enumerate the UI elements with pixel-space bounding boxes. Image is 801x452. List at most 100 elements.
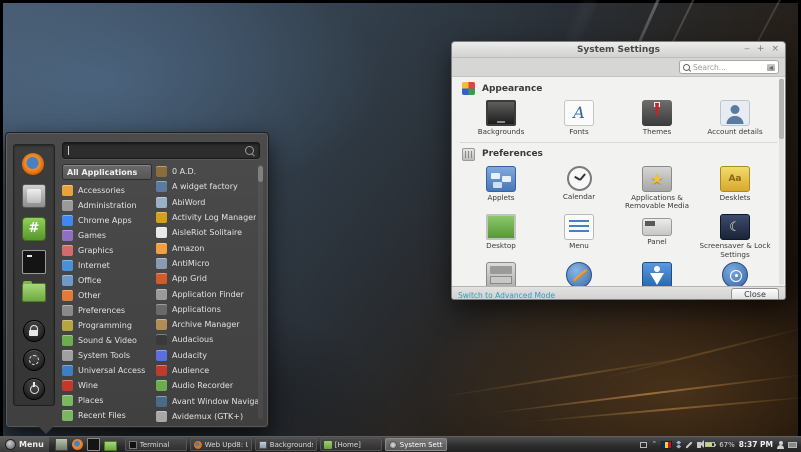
taskbar-window-button[interactable]: Backgrounds (255, 438, 317, 451)
app-icon (156, 197, 167, 208)
settings-tile-applications-removable-media[interactable]: Applications & Removable Media (618, 163, 696, 211)
app-item[interactable]: Audacity (156, 348, 258, 363)
app-item[interactable]: Applications (156, 302, 258, 317)
settings-tile-screensaver-lock-settings[interactable]: Screensaver & Lock Settings (696, 211, 774, 259)
volume-icon[interactable] (697, 442, 701, 448)
menu-category[interactable]: Places (62, 393, 152, 408)
keyboard-layout-flag-icon[interactable] (661, 441, 672, 449)
settings-tile-menu[interactable]: Menu (540, 211, 618, 259)
menu-pointer-arrow (38, 426, 54, 434)
menu-category[interactable]: Internet (62, 258, 152, 273)
clock[interactable]: 8:37 PM (739, 440, 773, 449)
close-window-button[interactable]: × (771, 45, 779, 54)
window-selector-icon[interactable] (640, 442, 647, 448)
menu-category[interactable]: Administration (62, 198, 152, 213)
launcher-showdesk-icon[interactable] (55, 438, 68, 451)
expander-chevron-icon[interactable]: ⌃ (651, 441, 657, 448)
settings-tile-regional-settings[interactable]: Regional Settings (540, 259, 618, 286)
app-item[interactable]: AntiMicro (156, 256, 258, 271)
taskbar-window-button[interactable]: [Home] (320, 438, 382, 451)
menu-category[interactable]: Office (62, 273, 152, 288)
software-manager-icon[interactable] (22, 184, 46, 208)
taskbar-window-button[interactable]: System Settings (385, 438, 447, 451)
settings-tile-backgrounds[interactable]: Backgrounds (462, 97, 540, 137)
app-item[interactable]: AisleRiot Solitaire (156, 225, 258, 240)
settings-tile-calendar[interactable]: Calendar (540, 163, 618, 211)
maximize-button[interactable]: + (757, 45, 765, 54)
settings-tile-desktop[interactable]: Desktop (462, 211, 540, 259)
minimize-button[interactable]: ‒ (744, 45, 750, 54)
settings-tile-panel[interactable]: Panel (618, 211, 696, 259)
settings-scrollbar[interactable] (779, 78, 784, 285)
app-item[interactable]: Application Finder (156, 286, 258, 301)
terminal-icon[interactable] (22, 250, 46, 274)
app-item[interactable]: Amazon (156, 240, 258, 255)
user-applet-icon[interactable] (777, 441, 784, 449)
menu-category[interactable]: Accessories (62, 183, 152, 198)
menu-category[interactable]: Games (62, 228, 152, 243)
app-item[interactable]: 0 A.D. (156, 164, 258, 179)
app-icon (156, 396, 167, 407)
switch-advanced-mode-link[interactable]: Switch to Advanced Mode (458, 291, 555, 300)
files-icon[interactable] (22, 283, 46, 302)
app-item[interactable]: AbiWord (156, 195, 258, 210)
menu-category[interactable]: Recent Files (62, 408, 152, 423)
system-settings-icon[interactable] (22, 217, 46, 241)
app-item[interactable]: Activity Log Manager (156, 210, 258, 225)
settings-search-input[interactable]: Search... (679, 60, 779, 74)
app-item[interactable]: Audio Recorder (156, 378, 258, 393)
logout-icon[interactable] (23, 349, 45, 371)
settings-tile-window-tiling-and-edge-flip[interactable]: Window Tiling and Edge Flip (462, 259, 540, 286)
firefox-icon[interactable] (22, 153, 44, 175)
app-item[interactable]: Audacious (156, 332, 258, 347)
taskbar-window-button[interactable]: Terminal (125, 438, 187, 451)
launcher-files-icon[interactable] (104, 441, 117, 451)
menu-category[interactable]: Chrome Apps (62, 213, 152, 228)
keyboard-applet-icon[interactable] (788, 442, 797, 448)
menu-scrollbar[interactable] (258, 164, 263, 419)
close-button[interactable]: Close (731, 288, 779, 301)
app-icon (156, 273, 167, 284)
titlebar[interactable]: System Settings ‒ + × (452, 42, 785, 58)
launcher-firefox-icon[interactable] (72, 439, 83, 450)
menu-category[interactable]: Programming (62, 318, 152, 333)
category-all-applications[interactable]: All Applications (62, 164, 152, 180)
menu-scrollbar-thumb[interactable] (258, 166, 263, 182)
tablet-pen-icon[interactable] (686, 441, 693, 448)
languages-icon (722, 262, 748, 286)
desktop-icon (486, 214, 516, 240)
settings-scrollbar-thumb[interactable] (779, 79, 784, 139)
menu-category[interactable]: Wine (62, 378, 152, 393)
menu-button[interactable]: Menu (0, 437, 49, 452)
app-item[interactable]: Archive Manager (156, 317, 258, 332)
settings-tile-themes[interactable]: Themes (618, 97, 696, 137)
battery-icon[interactable] (705, 442, 715, 447)
bluetooth-icon[interactable] (676, 441, 681, 449)
menu-category[interactable]: Sound & Video (62, 333, 152, 348)
category-icon (62, 365, 73, 376)
taskbar-window-button[interactable]: Web Upd8: Ubuntu /... (190, 438, 252, 451)
settings-tile-applets[interactable]: Applets (462, 163, 540, 211)
app-item[interactable]: Avant Window Navigator (156, 393, 258, 408)
app-item[interactable]: A widget factory (156, 179, 258, 194)
menu-category[interactable]: Other (62, 288, 152, 303)
launcher-terminal-icon[interactable] (87, 438, 100, 451)
settings-tile-universal-access[interactable]: Universal Access (618, 259, 696, 286)
quit-icon[interactable] (23, 378, 45, 400)
lock-icon[interactable] (23, 320, 45, 342)
settings-tile-account-details[interactable]: Account details (696, 97, 774, 137)
menu-category[interactable]: Preferences (62, 303, 152, 318)
settings-tile-languages[interactable]: Languages (696, 259, 774, 286)
app-label: Audience (172, 366, 209, 375)
app-label: Audacity (172, 351, 207, 360)
menu-category[interactable]: System Tools (62, 348, 152, 363)
app-item[interactable]: App Grid (156, 271, 258, 286)
menu-search-input[interactable] (62, 142, 260, 159)
menu-category[interactable]: Graphics (62, 243, 152, 258)
settings-tile-fonts[interactable]: Fonts (540, 97, 618, 137)
app-item[interactable]: Audience (156, 363, 258, 378)
menu-category[interactable]: Universal Access (62, 363, 152, 378)
clear-search-icon[interactable] (767, 64, 775, 71)
app-item[interactable]: Avidemux (GTK+) (156, 409, 258, 424)
settings-tile-desklets[interactable]: Desklets (696, 163, 774, 211)
